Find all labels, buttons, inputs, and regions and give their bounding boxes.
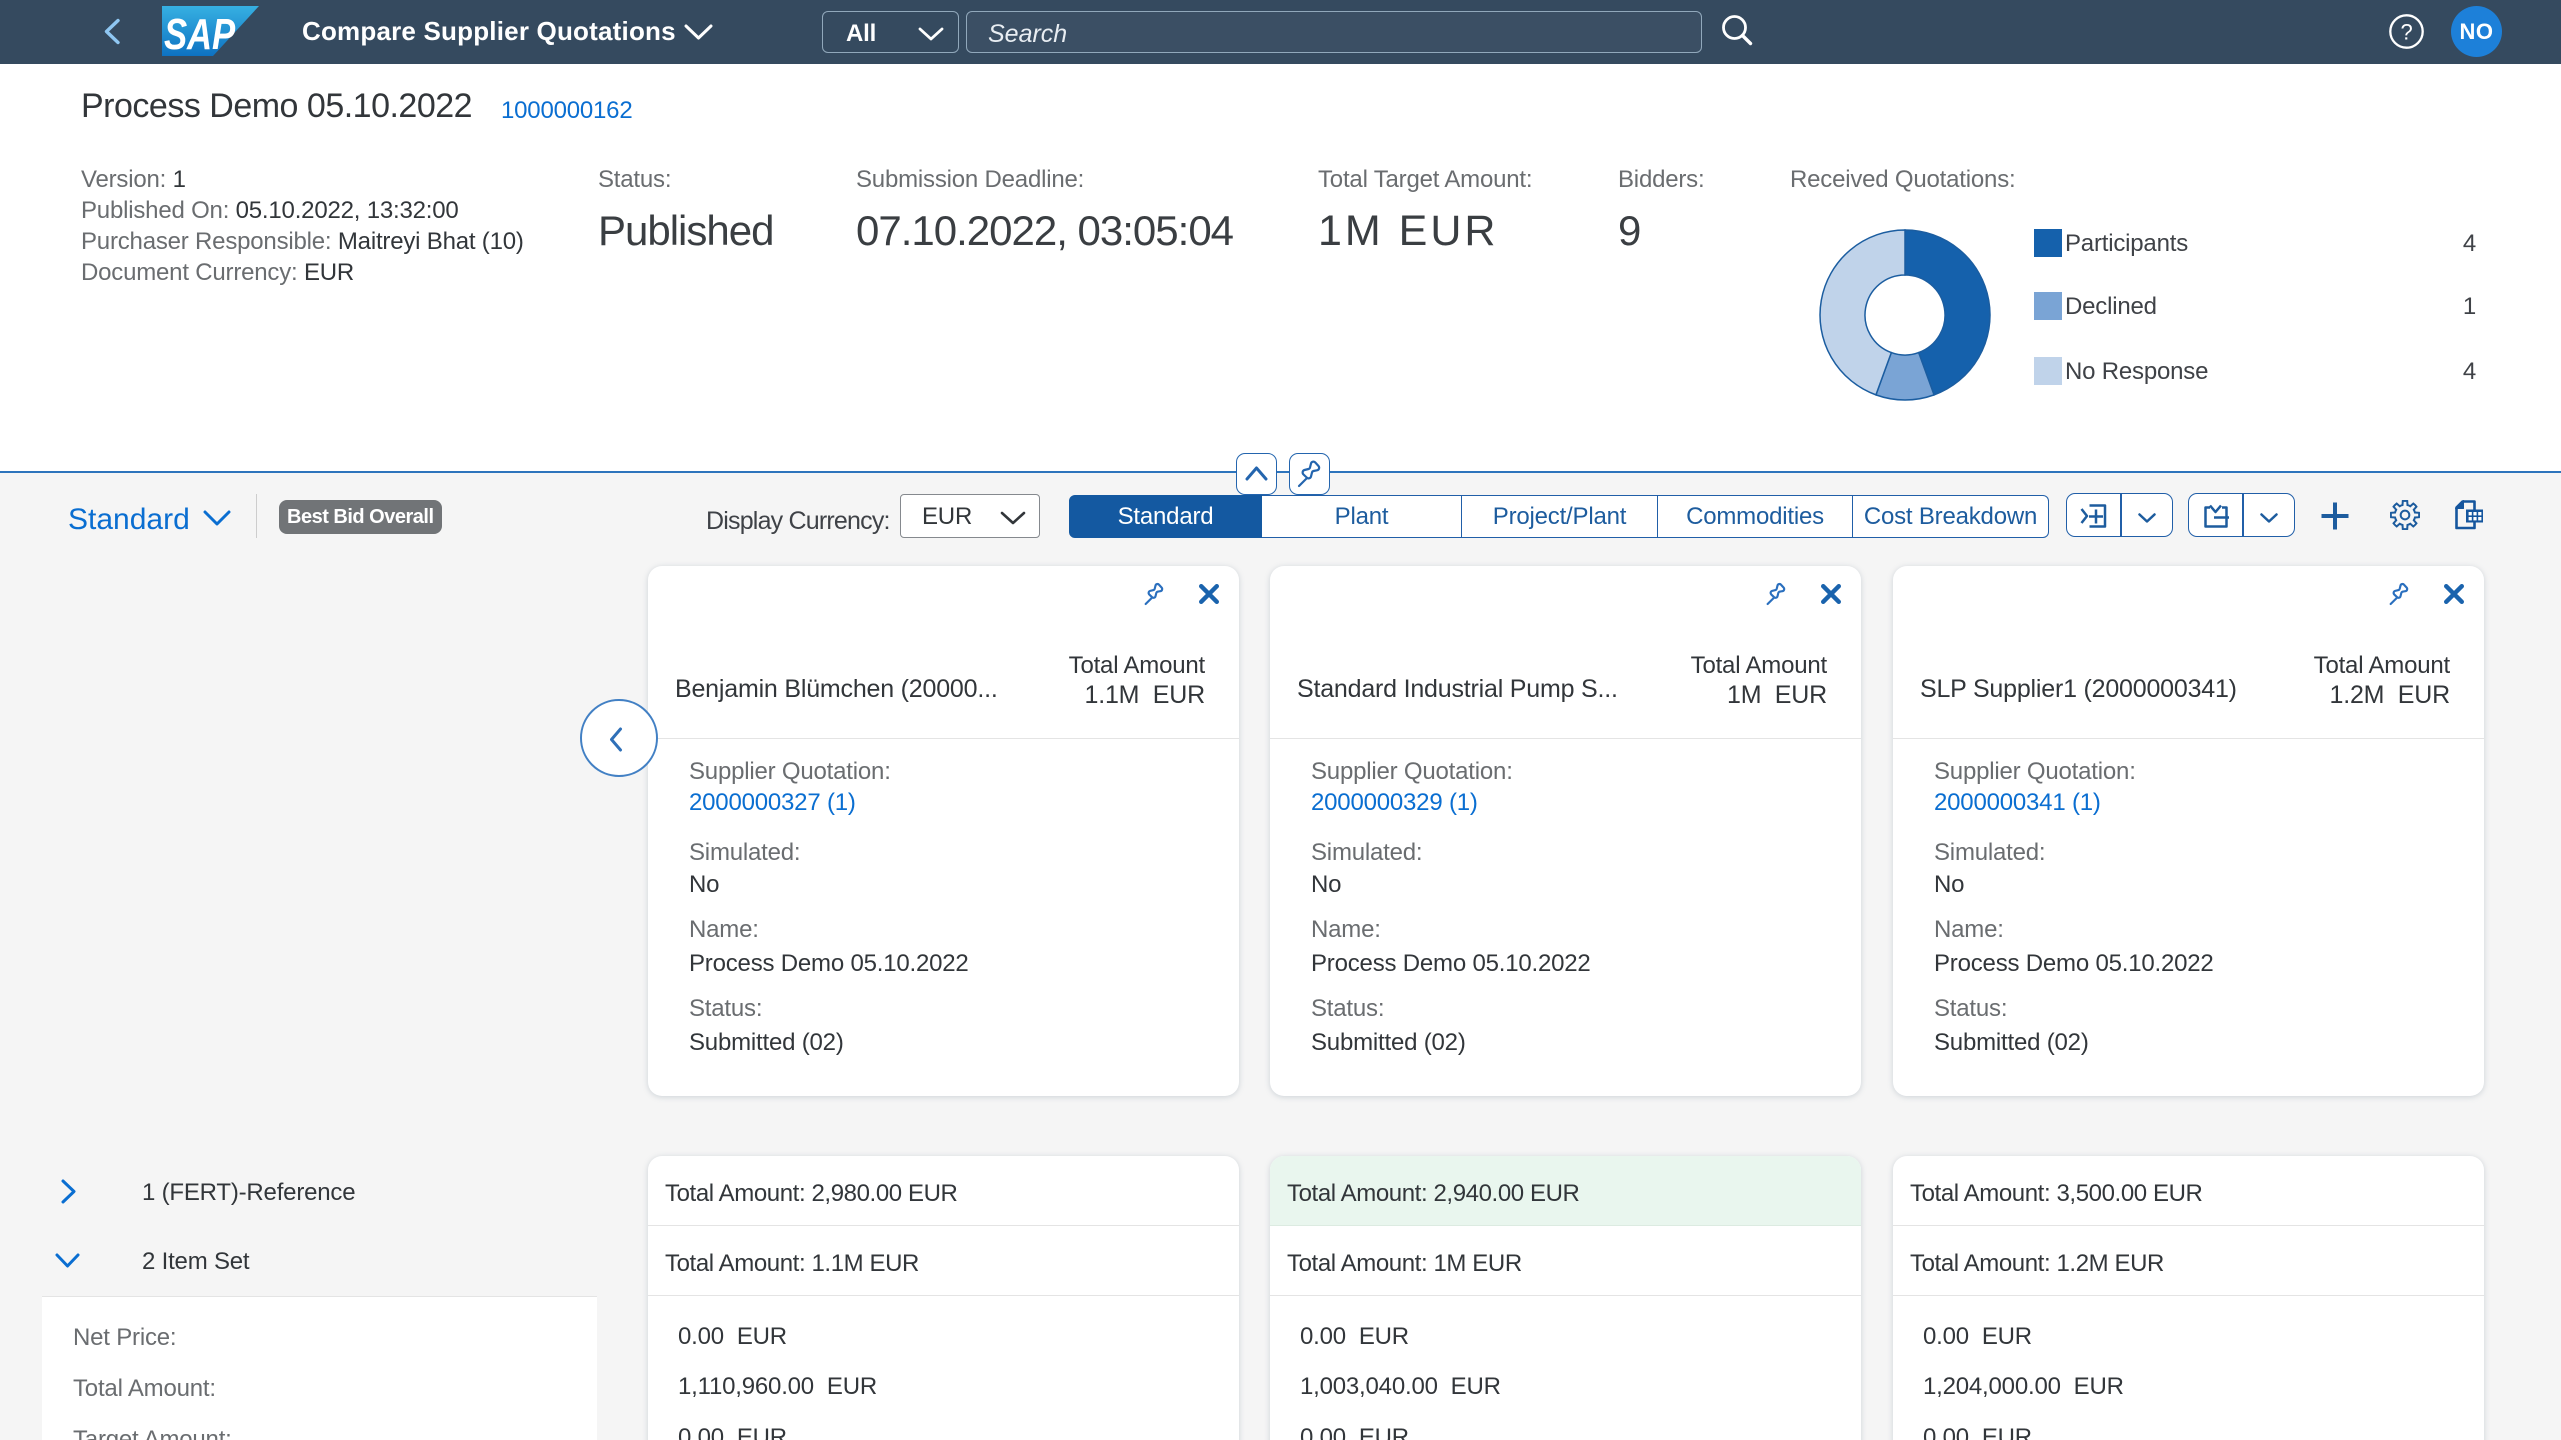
svg-text:?: ? [2400, 20, 2412, 45]
svg-text:SAP: SAP [164, 10, 236, 56]
